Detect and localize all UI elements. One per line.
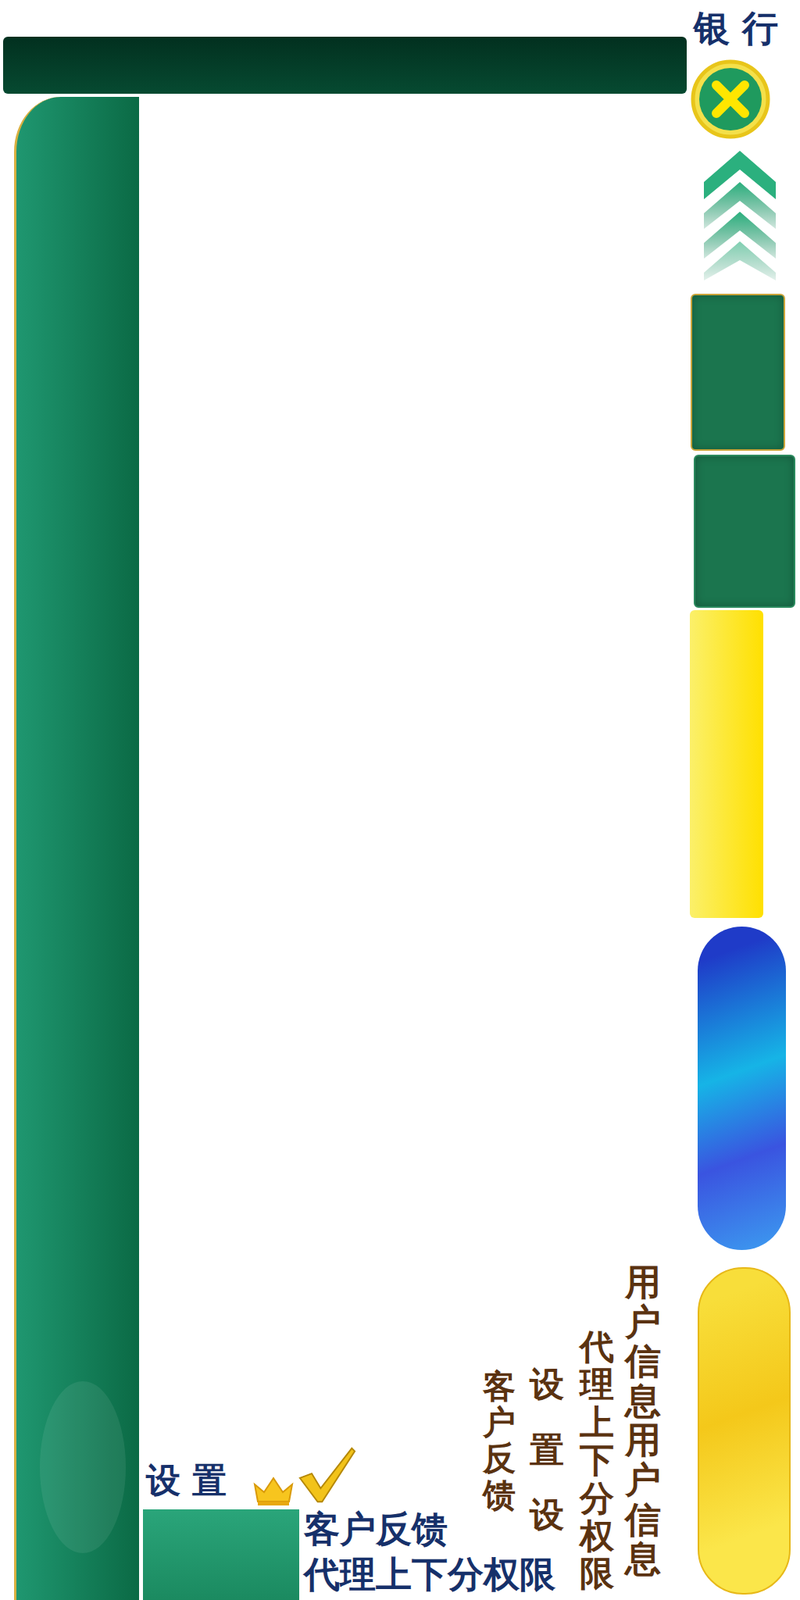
- green-tile: [693, 454, 796, 608]
- green-chip: [142, 1509, 300, 1600]
- settings-label: 设 置: [146, 1457, 227, 1504]
- sprite-sheet: 银 行设 置客户反馈代理上下分权限用户信息用户信息代理上下分权限设置设客户反馈: [0, 0, 800, 1600]
- close-icon[interactable]: [689, 58, 772, 140]
- left-panel: [14, 96, 140, 1600]
- yellow-pill-button[interactable]: [697, 1267, 791, 1595]
- chevron-up-icon[interactable]: [703, 150, 776, 281]
- vertical-label: 设置设: [529, 1351, 565, 1548]
- bank-title: 银 行: [693, 4, 779, 54]
- blue-pill-button[interactable]: [697, 926, 786, 1250]
- title-bar: [3, 36, 687, 94]
- menu-label[interactable]: 代理上下分权限: [303, 1551, 556, 1597]
- menu-label[interactable]: 客户反馈: [303, 1506, 556, 1552]
- green-tile: [690, 293, 786, 451]
- label-list: 客户反馈代理上下分权限: [303, 1506, 556, 1597]
- check-icon: [296, 1445, 357, 1505]
- vertical-label: 用户信息用户信息: [625, 1262, 661, 1579]
- yellow-bar: [689, 610, 764, 918]
- crown-icon: [251, 1475, 296, 1507]
- vertical-label: 客户反馈: [482, 1368, 516, 1514]
- panel-watermark: [39, 1381, 126, 1554]
- vertical-label: 代理上下分权限: [579, 1328, 615, 1593]
